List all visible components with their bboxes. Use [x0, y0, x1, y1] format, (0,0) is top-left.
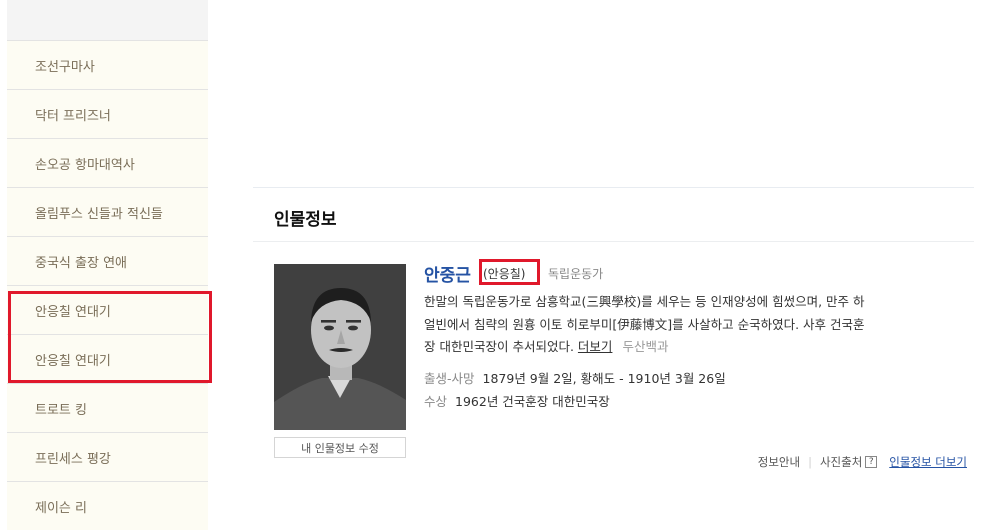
sidebar-item[interactable]: 안응칠 연대기 [7, 286, 208, 335]
sidebar-item[interactable]: 제이슨 리 [7, 482, 208, 530]
info-guide-link[interactable]: 정보안내 [758, 454, 800, 470]
sidebar-item[interactable]: 프린세스 평강 [7, 433, 208, 482]
description-text: 장 대한민국장이 추서되었다. [424, 339, 574, 354]
sidebar-item[interactable]: 안응칠 연대기 [7, 335, 208, 384]
sidebar-item[interactable]: 중국식 출장 연애 [7, 237, 208, 286]
sidebar: 조선구마사 닥터 프리즈너 손오공 항마대역사 올림푸스 신들과 적신들 중국식… [7, 0, 208, 530]
sidebar-header [7, 0, 208, 41]
footer-links: 정보안내 | 사진출처 ? 인물정보 더보기 [758, 454, 967, 470]
birth-death-row: 출생-사망 1879년 9월 2일, 황해도 - 1910년 3월 26일 [424, 368, 726, 387]
sidebar-item[interactable]: 손오공 항마대역사 [7, 139, 208, 188]
sidebar-item-label: 안응칠 연대기 [35, 353, 111, 369]
birth-death-label: 출생-사망 [424, 371, 475, 386]
sidebar-item-label: 프린세스 평강 [35, 451, 111, 467]
portrait-icon [274, 264, 406, 430]
sidebar-item-label: 안응칠 연대기 [35, 304, 111, 320]
sidebar-item-label: 중국식 출장 연애 [35, 255, 127, 271]
portrait-photo[interactable] [274, 264, 406, 430]
help-icon[interactable]: ? [865, 456, 878, 468]
birth-death-value: 1879년 9월 2일, 황해도 - 1910년 3월 26일 [482, 371, 726, 386]
source-label[interactable]: 두산백과 [622, 339, 668, 354]
sidebar-item-label: 닥터 프리즈너 [35, 108, 111, 124]
person-role: 독립운동가 [548, 267, 604, 281]
photo-source-link[interactable]: 사진출처 [820, 454, 862, 470]
award-row: 수상 1962년 건국훈장 대한민국장 [424, 391, 610, 410]
sidebar-item[interactable]: 조선구마사 [7, 41, 208, 90]
sidebar-item-label: 올림푸스 신들과 적신들 [35, 206, 163, 222]
sidebar-item-label: 조선구마사 [35, 59, 95, 75]
sidebar-item-label: 트로트 킹 [35, 402, 87, 418]
edit-profile-button[interactable]: 내 인물정보 수정 [274, 437, 406, 458]
sidebar-item-label: 손오공 항마대역사 [35, 157, 135, 173]
panel-divider [253, 241, 974, 242]
section-title: 인물정보 [274, 210, 337, 230]
more-link[interactable]: 더보기 [578, 339, 613, 354]
sidebar-item-label: 제이슨 리 [35, 500, 87, 516]
divider: | [808, 455, 812, 469]
panel-divider-top [253, 187, 974, 188]
sidebar-item[interactable]: 닥터 프리즈너 [7, 90, 208, 139]
description-line: 얼빈에서 침략의 원흉 이토 히로부미[伊藤博文]를 사살하고 순국하였다. 사… [424, 317, 865, 332]
award-label: 수상 [424, 394, 448, 409]
award-value: 1962년 건국훈장 대한민국장 [455, 394, 610, 409]
description-line: 장 대한민국장이 추서되었다. 더보기 두산백과 [424, 336, 969, 355]
person-alias: (안응칠) [483, 267, 526, 281]
person-name[interactable]: 안중근 [424, 261, 471, 286]
sidebar-item[interactable]: 트로트 킹 [7, 384, 208, 433]
description-line: 한말의 독립운동가로 삼흥학교(三興學校)를 세우는 등 인재양성에 힘썼으며,… [424, 294, 865, 309]
sidebar-item[interactable]: 올림푸스 신들과 적신들 [7, 188, 208, 237]
more-person-info-link[interactable]: 인물정보 더보기 [889, 454, 967, 470]
